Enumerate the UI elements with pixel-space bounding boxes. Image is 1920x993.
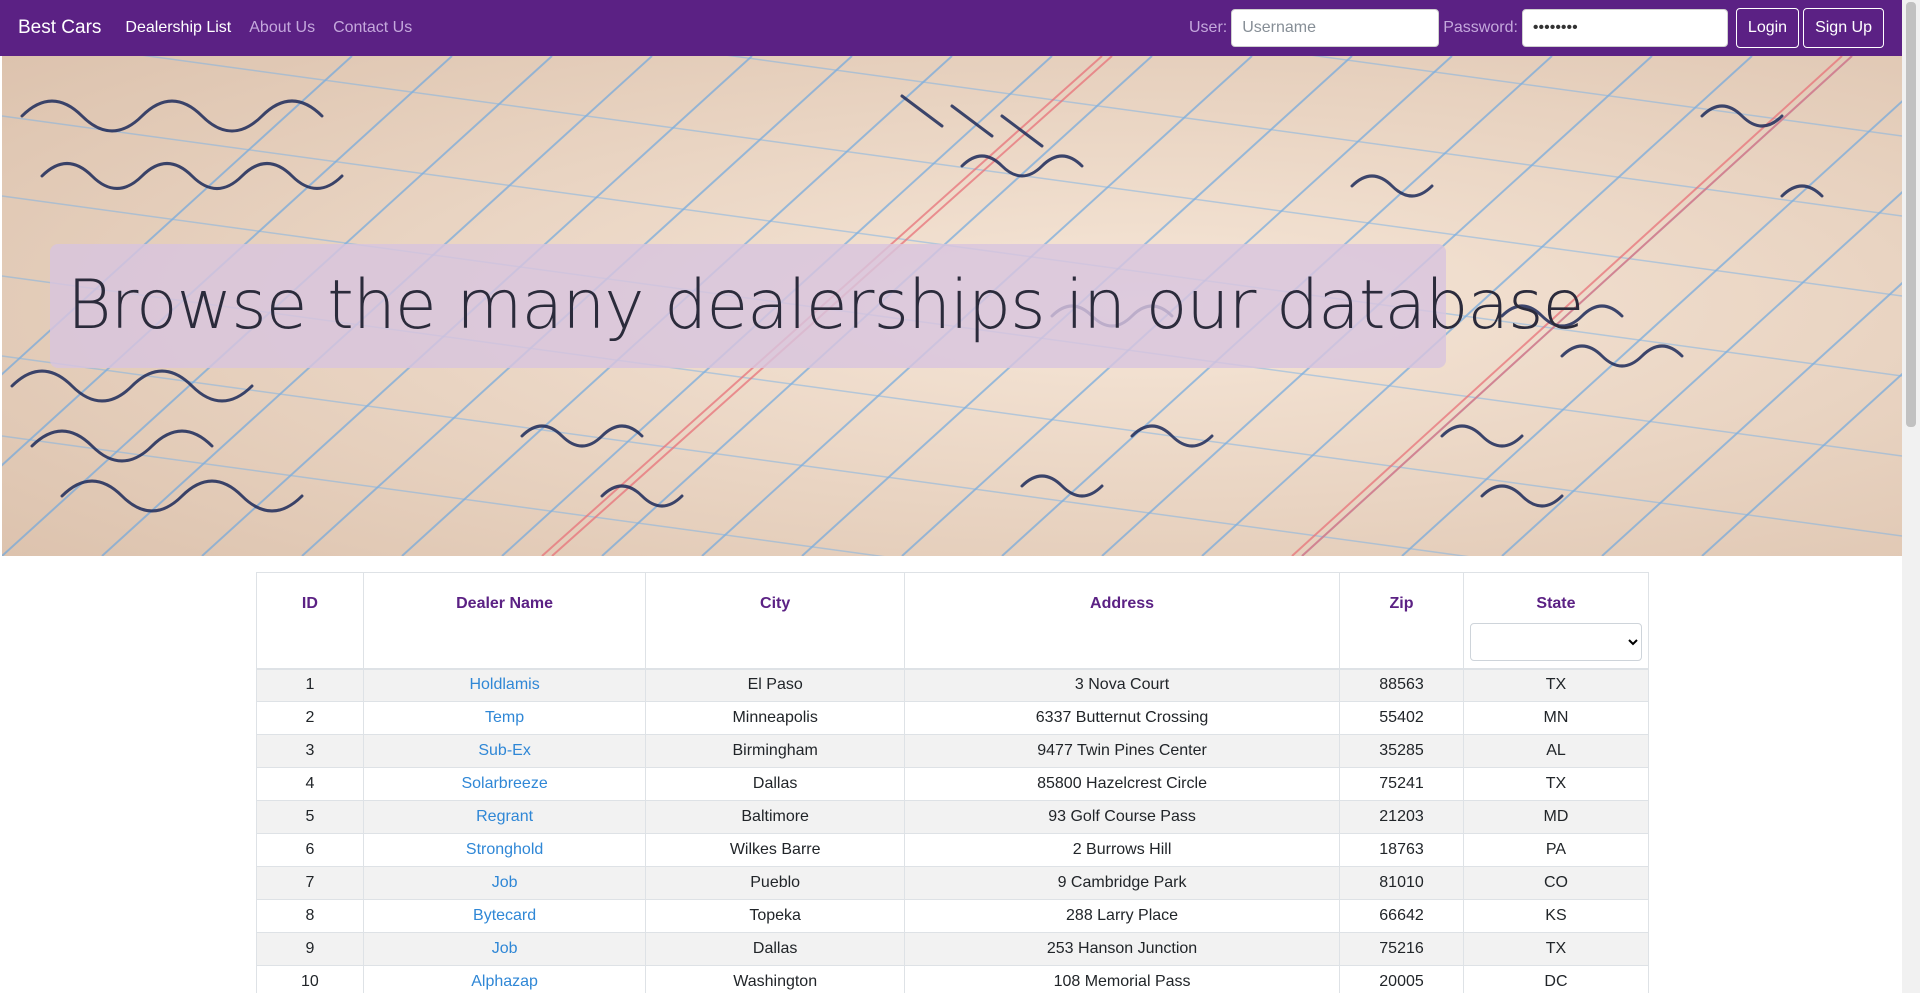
cell-city: Dallas (645, 932, 905, 966)
cell-dealer-name-link[interactable]: Bytecard (362, 899, 647, 933)
cell-dealer-name-link[interactable]: Holdlamis (362, 668, 647, 702)
cell-state: PA (1462, 833, 1650, 867)
cell-city: Baltimore (645, 800, 905, 834)
nav-link-contact-us[interactable]: Contact Us (333, 19, 412, 37)
password-input[interactable] (1521, 9, 1728, 47)
cell-address: 6337 Butternut Crossing (903, 701, 1341, 735)
cell-dealer-name-link[interactable]: Job (362, 866, 647, 900)
table-row: 6 Stronghold Wilkes Barre 2 Burrows Hill 187… (256, 833, 1650, 867)
cell-address: 2 Burrows Hill (903, 833, 1341, 867)
hero-banner-image: Browse the many dealerships in our datab… (2, 56, 1902, 556)
cell-id: 8 (256, 899, 364, 933)
cell-id: 3 (256, 734, 364, 768)
dealership-table: ID Dealer Name City Address Zip State 1H… (256, 572, 1650, 993)
cell-address: 253 Hanson Junction (903, 932, 1341, 966)
table-row: 8 Bytecard Topeka 288 Larry Place 66642 KS (256, 899, 1650, 933)
header-id: ID (256, 572, 364, 670)
cell-dealer-name-link[interactable]: Temp (362, 701, 647, 735)
dealership-table-container: ID Dealer Name City Address Zip State 1H… (256, 572, 1650, 993)
cell-dealer-name-link[interactable]: Sub-Ex (362, 734, 647, 768)
cell-state: CO (1462, 866, 1650, 900)
cell-id: 4 (256, 767, 364, 801)
table-row: 2 Temp Minneapolis 6337 Butternut Crossing 5… (256, 701, 1650, 735)
cell-zip: 21203 (1339, 800, 1464, 834)
cell-address: 288 Larry Place (903, 899, 1341, 933)
table-row: 4 Solarbreeze Dallas 85800 Hazelcrest Circl… (256, 767, 1650, 801)
cell-address: 85800 Hazelcrest Circle (903, 767, 1341, 801)
login-form: User: Password: Login Sign Up (1189, 8, 1884, 48)
cell-zip: 20005 (1339, 965, 1464, 993)
table-body: 1 Holdlamis El Paso 3 Nova Court 88563 TX 2 Te… (256, 668, 1650, 993)
cell-id: 1 (256, 668, 364, 702)
cell-city: Dallas (645, 767, 905, 801)
cell-address: 108 Memorial Pass (903, 965, 1341, 993)
brand-logo[interactable]: Best Cars (18, 17, 101, 39)
user-label: User: (1188, 19, 1228, 36)
cell-dealer-name-link[interactable]: Job (362, 932, 647, 966)
cell-city: El Paso (645, 668, 905, 702)
cell-id: 6 (256, 833, 364, 867)
cell-id: 2 (256, 701, 364, 735)
cell-address: 3 Nova Court (903, 668, 1341, 702)
table-row: 1 Holdlamis El Paso 3 Nova Court 88563 TX (256, 668, 1650, 702)
cell-state: MN (1462, 701, 1650, 735)
cell-id: 10 (256, 965, 364, 993)
nav-link-about-us[interactable]: About Us (249, 19, 315, 37)
cell-zip: 81010 (1339, 866, 1464, 900)
cell-dealer-name-link[interactable]: Stronghold (362, 833, 647, 867)
page-scrollbar[interactable] (1902, 0, 1920, 993)
table-row: 9 Job Dallas 253 Hanson Junction 75216 TX (256, 932, 1650, 966)
cell-zip: 88563 (1339, 668, 1464, 702)
header-dealer-name: Dealer Name (362, 572, 647, 670)
cell-id: 7 (256, 866, 364, 900)
cell-zip: 18763 (1339, 833, 1464, 867)
cell-address: 9 Cambridge Park (903, 866, 1341, 900)
cell-city: Washington (645, 965, 905, 993)
header-address: Address (903, 572, 1341, 670)
table-row: 3 Sub-Ex Birmingham 9477 Twin Pines Center 3… (256, 734, 1650, 768)
cell-dealer-name-link[interactable]: Alphazap (362, 965, 647, 993)
cell-id: 5 (256, 800, 364, 834)
nav-link-dealership-list[interactable]: Dealership List (125, 19, 231, 37)
header-state-label: State (1536, 595, 1576, 612)
cell-city: Birmingham (645, 734, 905, 768)
cell-zip: 66642 (1339, 899, 1464, 933)
cell-city: Topeka (645, 899, 905, 933)
cell-state: TX (1462, 767, 1650, 801)
signup-button[interactable]: Sign Up (1803, 8, 1884, 48)
cell-id: 9 (256, 932, 364, 966)
cell-city: Pueblo (645, 866, 905, 900)
table-row: 5 Regrant Baltimore 93 Golf Course Pass 2120… (256, 800, 1650, 834)
cell-state: KS (1462, 899, 1650, 933)
cell-city: Minneapolis (645, 701, 905, 735)
hero-title: Browse the many dealerships in our datab… (67, 266, 1584, 345)
cell-zip: 75241 (1339, 767, 1464, 801)
username-input[interactable] (1231, 9, 1440, 47)
table-header-row: ID Dealer Name City Address Zip State (256, 572, 1650, 670)
header-state: State (1462, 572, 1650, 670)
table-row: 7 Job Pueblo 9 Cambridge Park 81010 CO (256, 866, 1650, 900)
cell-zip: 35285 (1339, 734, 1464, 768)
cell-zip: 55402 (1339, 701, 1464, 735)
cell-address: 93 Golf Course Pass (903, 800, 1341, 834)
cell-zip: 75216 (1339, 932, 1464, 966)
cell-city: Wilkes Barre (645, 833, 905, 867)
cell-state: TX (1462, 932, 1650, 966)
login-button[interactable]: Login (1735, 8, 1800, 48)
password-label: Password: (1443, 19, 1518, 36)
cell-dealer-name-link[interactable]: Regrant (362, 800, 647, 834)
cell-state: TX (1462, 668, 1650, 702)
hero-title-panel: Browse the many dealerships in our datab… (50, 244, 1584, 368)
state-filter-select[interactable] (1469, 623, 1642, 661)
cell-state: DC (1462, 965, 1650, 993)
table-row: 10 Alphazap Washington 108 Memorial Pass 200… (256, 965, 1650, 993)
cell-state: AL (1462, 734, 1650, 768)
cell-dealer-name-link[interactable]: Solarbreeze (362, 767, 647, 801)
cell-state: MD (1462, 800, 1650, 834)
header-zip: Zip (1339, 572, 1464, 670)
top-navbar: Best Cars Dealership List About Us Conta… (0, 0, 1902, 56)
header-city: City (645, 572, 905, 670)
cell-address: 9477 Twin Pines Center (903, 734, 1341, 768)
scrollbar-thumb[interactable] (1906, 2, 1916, 427)
